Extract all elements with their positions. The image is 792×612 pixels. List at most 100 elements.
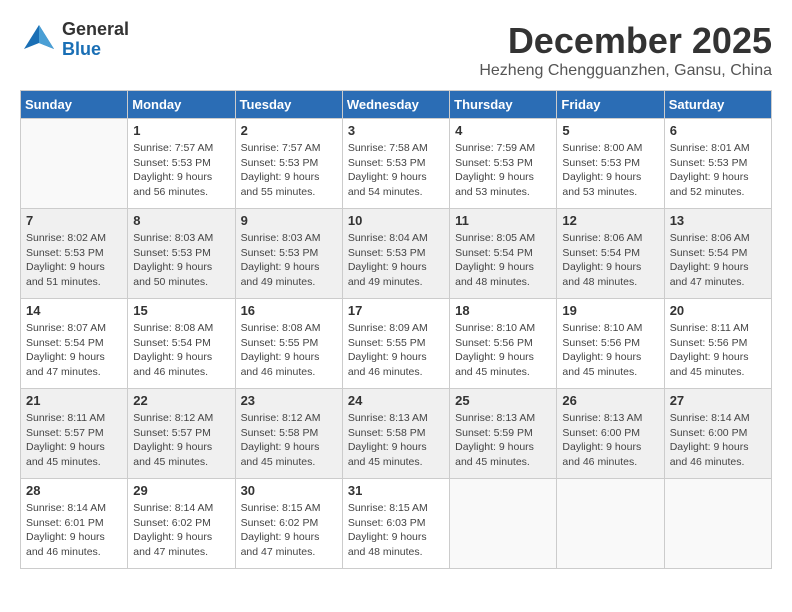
calendar-week-row: 28Sunrise: 8:14 AM Sunset: 6:01 PM Dayli… [21, 479, 772, 569]
day-info: Sunrise: 8:08 AM Sunset: 5:55 PM Dayligh… [241, 321, 337, 380]
calendar-cell: 30 Sunrise: 8:15 AM Sunset: 6:02 PM Dayli… [235, 479, 342, 569]
day-number: 11 [455, 213, 551, 228]
day-number: 24 [348, 393, 444, 408]
day-info: Sunrise: 8:04 AM Sunset: 5:53 PM Dayligh… [348, 231, 444, 290]
calendar-cell: 3Sunrise: 7:58 AM Sunset: 5:53 PM Daylig… [342, 119, 449, 209]
calendar-cell: 16 Sunrise: 8:08 AM Sunset: 5:55 PM Dayli… [235, 299, 342, 389]
day-info: Sunrise: 8:01 AM Sunset: 5:53 PM Dayligh… [670, 141, 766, 200]
calendar-cell: 23 Sunrise: 8:12 AM Sunset: 5:58 PM Dayli… [235, 389, 342, 479]
logo-blue: Blue [62, 40, 129, 60]
day-number: 2 [241, 123, 337, 138]
calendar-cell: 6 Sunrise: 8:01 AM Sunset: 5:53 PM Daylig… [664, 119, 771, 209]
day-number: 16 [241, 303, 337, 318]
day-number: 9 [241, 213, 337, 228]
day-info: Sunrise: 8:13 AM Sunset: 6:00 PM Dayligh… [562, 411, 658, 470]
calendar-cell [664, 479, 771, 569]
logo-icon [20, 21, 58, 59]
calendar-cell: 7 Sunrise: 8:02 AM Sunset: 5:53 PM Daylig… [21, 209, 128, 299]
day-number: 17 [348, 303, 444, 318]
calendar-header-row: SundayMondayTuesdayWednesdayThursdayFrid… [21, 91, 772, 119]
location-title: Hezheng Chengguanzhen, Gansu, China [479, 62, 772, 80]
day-info: Sunrise: 8:15 AM Sunset: 6:03 PM Dayligh… [348, 501, 444, 560]
calendar-cell: 9 Sunrise: 8:03 AM Sunset: 5:53 PM Daylig… [235, 209, 342, 299]
day-info: Sunrise: 8:14 AM Sunset: 6:00 PM Dayligh… [670, 411, 766, 470]
day-info: Sunrise: 8:12 AM Sunset: 5:58 PM Dayligh… [241, 411, 337, 470]
day-info: Sunrise: 8:09 AM Sunset: 5:55 PM Dayligh… [348, 321, 444, 380]
day-info: Sunrise: 7:57 AM Sunset: 5:53 PM Dayligh… [241, 141, 337, 200]
day-info: Sunrise: 8:02 AM Sunset: 5:53 PM Dayligh… [26, 231, 122, 290]
day-number: 29 [133, 483, 229, 498]
day-number: 7 [26, 213, 122, 228]
day-info: Sunrise: 8:06 AM Sunset: 5:54 PM Dayligh… [670, 231, 766, 290]
day-info: Sunrise: 8:03 AM Sunset: 5:53 PM Dayligh… [241, 231, 337, 290]
calendar-cell: 18Sunrise: 8:10 AM Sunset: 5:56 PM Dayli… [450, 299, 557, 389]
calendar-cell: 20Sunrise: 8:11 AM Sunset: 5:56 PM Dayli… [664, 299, 771, 389]
day-number: 25 [455, 393, 551, 408]
day-info: Sunrise: 7:59 AM Sunset: 5:53 PM Dayligh… [455, 141, 551, 200]
calendar-cell: 13 Sunrise: 8:06 AM Sunset: 5:54 PM Dayli… [664, 209, 771, 299]
day-number: 13 [670, 213, 766, 228]
weekday-header-thursday: Thursday [450, 91, 557, 119]
day-info: Sunrise: 8:11 AM Sunset: 5:57 PM Dayligh… [26, 411, 122, 470]
day-info: Sunrise: 8:11 AM Sunset: 5:56 PM Dayligh… [670, 321, 766, 380]
calendar-week-row: 7 Sunrise: 8:02 AM Sunset: 5:53 PM Daylig… [21, 209, 772, 299]
calendar-cell: 19 Sunrise: 8:10 AM Sunset: 5:56 PM Dayli… [557, 299, 664, 389]
calendar-week-row: 14Sunrise: 8:07 AM Sunset: 5:54 PM Dayli… [21, 299, 772, 389]
calendar-cell: 2 Sunrise: 7:57 AM Sunset: 5:53 PM Daylig… [235, 119, 342, 209]
day-number: 12 [562, 213, 658, 228]
logo-general: General [62, 20, 129, 40]
day-info: Sunrise: 8:10 AM Sunset: 5:56 PM Dayligh… [562, 321, 658, 380]
day-info: Sunrise: 8:12 AM Sunset: 5:57 PM Dayligh… [133, 411, 229, 470]
calendar-cell: 26Sunrise: 8:13 AM Sunset: 6:00 PM Dayli… [557, 389, 664, 479]
calendar-cell: 5Sunrise: 8:00 AM Sunset: 5:53 PM Daylig… [557, 119, 664, 209]
calendar-cell: 8 Sunrise: 8:03 AM Sunset: 5:53 PM Daylig… [128, 209, 235, 299]
calendar-cell: 21 Sunrise: 8:11 AM Sunset: 5:57 PM Dayli… [21, 389, 128, 479]
page-header: General Blue December 2025 Hezheng Cheng… [20, 20, 772, 80]
day-info: Sunrise: 8:13 AM Sunset: 5:59 PM Dayligh… [455, 411, 551, 470]
weekday-header-wednesday: Wednesday [342, 91, 449, 119]
day-info: Sunrise: 8:07 AM Sunset: 5:54 PM Dayligh… [26, 321, 122, 380]
weekday-header-saturday: Saturday [664, 91, 771, 119]
day-info: Sunrise: 8:15 AM Sunset: 6:02 PM Dayligh… [241, 501, 337, 560]
day-info: Sunrise: 8:03 AM Sunset: 5:53 PM Dayligh… [133, 231, 229, 290]
month-title: December 2025 [479, 20, 772, 62]
calendar-cell [450, 479, 557, 569]
calendar-cell: 17 Sunrise: 8:09 AM Sunset: 5:55 PM Dayli… [342, 299, 449, 389]
day-info: Sunrise: 8:06 AM Sunset: 5:54 PM Dayligh… [562, 231, 658, 290]
day-number: 1 [133, 123, 229, 138]
logo: General Blue [20, 20, 129, 60]
day-number: 30 [241, 483, 337, 498]
day-number: 23 [241, 393, 337, 408]
day-number: 6 [670, 123, 766, 138]
day-number: 31 [348, 483, 444, 498]
day-info: Sunrise: 8:14 AM Sunset: 6:01 PM Dayligh… [26, 501, 122, 560]
day-info: Sunrise: 7:57 AM Sunset: 5:53 PM Dayligh… [133, 141, 229, 200]
day-number: 4 [455, 123, 551, 138]
day-info: Sunrise: 8:05 AM Sunset: 5:54 PM Dayligh… [455, 231, 551, 290]
day-number: 22 [133, 393, 229, 408]
day-number: 8 [133, 213, 229, 228]
calendar-cell: 29Sunrise: 8:14 AM Sunset: 6:02 PM Dayli… [128, 479, 235, 569]
day-info: Sunrise: 7:58 AM Sunset: 5:53 PM Dayligh… [348, 141, 444, 200]
calendar-cell: 10 Sunrise: 8:04 AM Sunset: 5:53 PM Dayli… [342, 209, 449, 299]
day-number: 19 [562, 303, 658, 318]
calendar-week-row: 21 Sunrise: 8:11 AM Sunset: 5:57 PM Dayli… [21, 389, 772, 479]
day-info: Sunrise: 8:10 AM Sunset: 5:56 PM Dayligh… [455, 321, 551, 380]
weekday-header-tuesday: Tuesday [235, 91, 342, 119]
day-number: 10 [348, 213, 444, 228]
calendar-table: SundayMondayTuesdayWednesdayThursdayFrid… [20, 90, 772, 569]
day-info: Sunrise: 8:08 AM Sunset: 5:54 PM Dayligh… [133, 321, 229, 380]
calendar-week-row: 1 Sunrise: 7:57 AM Sunset: 5:53 PM Daylig… [21, 119, 772, 209]
day-number: 21 [26, 393, 122, 408]
calendar-cell: 24 Sunrise: 8:13 AM Sunset: 5:58 PM Dayli… [342, 389, 449, 479]
calendar-cell: 27 Sunrise: 8:14 AM Sunset: 6:00 PM Dayli… [664, 389, 771, 479]
day-info: Sunrise: 8:13 AM Sunset: 5:58 PM Dayligh… [348, 411, 444, 470]
calendar-cell: 12 Sunrise: 8:06 AM Sunset: 5:54 PM Dayli… [557, 209, 664, 299]
day-number: 15 [133, 303, 229, 318]
calendar-cell [21, 119, 128, 209]
calendar-cell: 22 Sunrise: 8:12 AM Sunset: 5:57 PM Dayli… [128, 389, 235, 479]
weekday-header-friday: Friday [557, 91, 664, 119]
day-number: 27 [670, 393, 766, 408]
calendar-cell: 25 Sunrise: 8:13 AM Sunset: 5:59 PM Dayli… [450, 389, 557, 479]
day-number: 5 [562, 123, 658, 138]
